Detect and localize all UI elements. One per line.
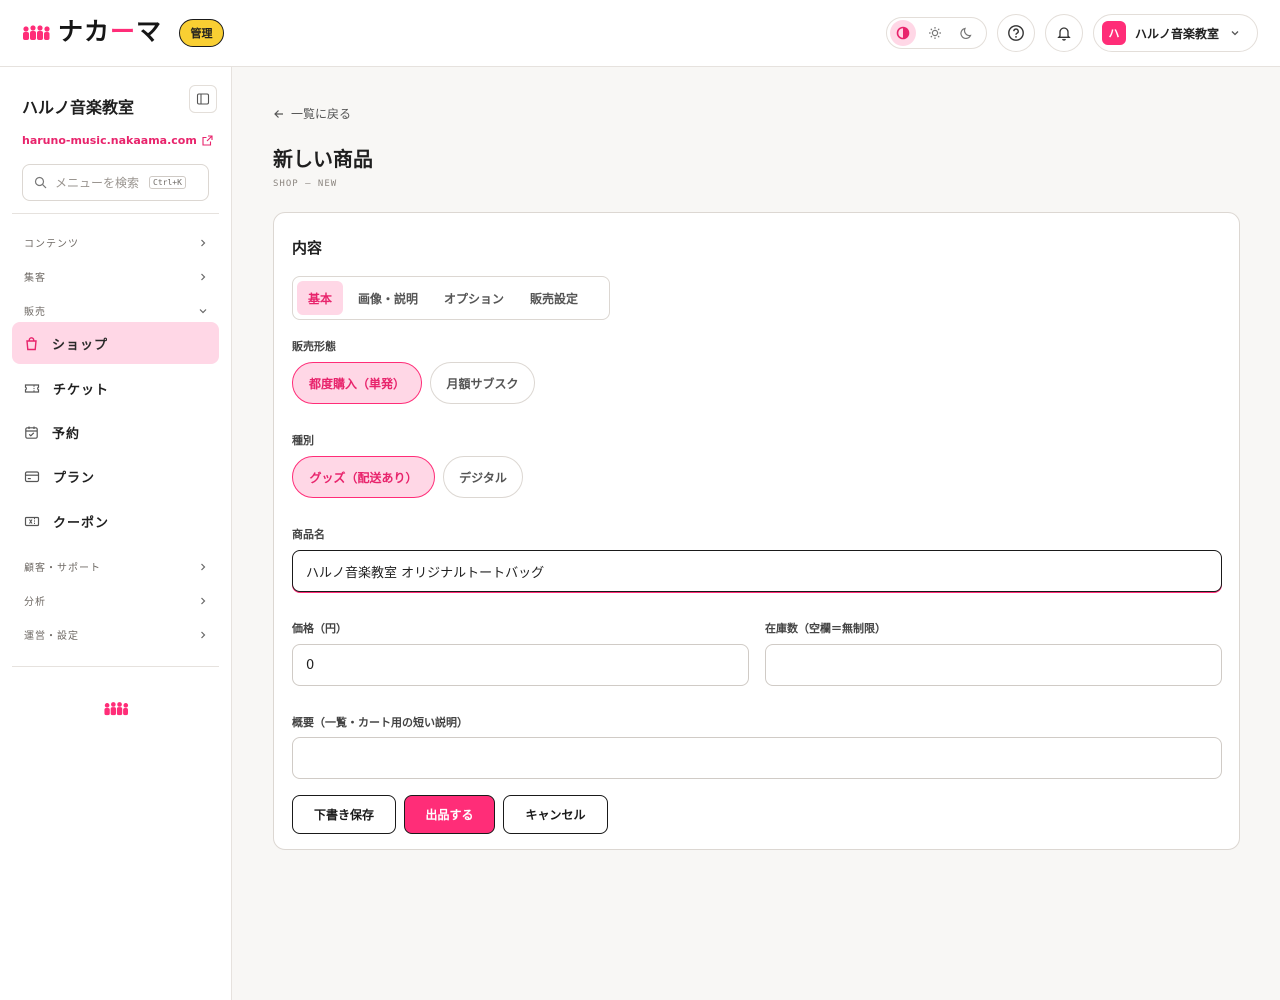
summary-label: 概要（一覧・カート用の短い説明）: [292, 716, 468, 729]
back-to-list-link[interactable]: 一覧に戻る: [273, 105, 351, 122]
sidebar-item-booking[interactable]: 予約: [12, 411, 219, 453]
account-name: ハルノ音楽教室: [1135, 26, 1220, 41]
sale-type-label: 販売形態: [292, 340, 336, 353]
theme-toggle: [886, 17, 987, 49]
site-url-link[interactable]: haruno-music.nakaama.com: [22, 134, 213, 147]
chevron-down-icon: [1231, 31, 1239, 36]
price-input[interactable]: 0: [292, 644, 749, 686]
sale-type-subscription-option[interactable]: 月額サブスク: [430, 362, 535, 404]
cancel-button[interactable]: キャンセル: [503, 795, 608, 834]
stock-label: 在庫数（空欄＝無制限）: [765, 622, 886, 635]
sidebar-item-coupon[interactable]: クーポン: [12, 500, 219, 542]
calendar-icon: [25, 426, 38, 439]
top-header: ナカーマ 管理 ハ ハルノ音楽教室: [0, 0, 1280, 67]
theme-dark-button[interactable]: [954, 20, 980, 46]
chevron-right-icon: [201, 239, 206, 246]
sun-icon: [929, 27, 941, 39]
save-draft-button[interactable]: 下書き保存: [292, 795, 396, 834]
tab-sales-settings[interactable]: 販売設定: [519, 281, 589, 315]
section-label: 分析: [24, 597, 46, 608]
chevron-right-icon: [201, 273, 206, 280]
shopping-bag-icon: [26, 336, 37, 350]
menu-search-placeholder: メニューを検索: [55, 176, 140, 190]
section-settings[interactable]: 運営・設定: [24, 627, 208, 642]
sidebar-item-ticket[interactable]: チケット: [12, 367, 219, 409]
site-url-text: haruno-music.nakaama.com: [22, 134, 197, 147]
admin-badge: 管理: [179, 19, 224, 47]
card-title: 内容: [292, 239, 323, 257]
moon-icon: [960, 27, 972, 39]
divider: [12, 666, 219, 667]
section-contents[interactable]: コンテンツ: [24, 235, 208, 250]
sale-type-one-time-option[interactable]: 都度購入（単発）: [292, 362, 422, 404]
shortcut-hint: Ctrl+K: [149, 176, 186, 189]
section-analytics[interactable]: 分析: [24, 593, 208, 608]
section-label: 集客: [24, 273, 46, 284]
section-label: 販売: [24, 307, 46, 318]
sidebar-item-label: ショップ: [52, 337, 109, 353]
publish-button[interactable]: 出品する: [404, 795, 495, 834]
section-marketing[interactable]: 集客: [24, 269, 208, 284]
account-avatar: ハ: [1102, 21, 1126, 45]
arrow-left-icon: [274, 109, 283, 118]
search-icon: [34, 176, 47, 189]
help-icon: [1008, 25, 1024, 41]
summary-input[interactable]: [292, 737, 1222, 779]
product-name-input[interactable]: ハルノ音楽教室 オリジナルトートバッグ: [292, 550, 1222, 592]
section-label: 運営・設定: [24, 631, 79, 642]
chevron-down-icon: [199, 308, 207, 313]
theme-auto-button[interactable]: [890, 20, 916, 46]
page-title: 新しい商品: [273, 147, 373, 171]
sidebar: ハルノ音楽教室 haruno-music.nakaama.com メニューを検索…: [0, 67, 232, 1000]
kind-label: 種別: [292, 434, 314, 447]
chevron-right-icon: [201, 631, 206, 638]
kind-goods-option[interactable]: グッズ（配送あり）: [292, 456, 435, 498]
back-link-label: 一覧に戻る: [291, 107, 352, 121]
logo-wordmark: ナカーマ: [58, 17, 163, 46]
kind-digital-option[interactable]: デジタル: [443, 456, 523, 498]
sidebar-item-label: プラン: [53, 470, 96, 486]
coupon-icon: [24, 516, 40, 526]
form-tabs: 基本 画像・説明 オプション 販売設定: [292, 276, 610, 320]
sidebar-item-plan[interactable]: プラン: [12, 455, 219, 497]
divider: [12, 213, 219, 214]
tab-basic[interactable]: 基本: [297, 281, 344, 315]
tab-options[interactable]: オプション: [433, 281, 515, 315]
sidebar-collapse-button[interactable]: [189, 85, 217, 113]
section-customers[interactable]: 顧客・サポート: [24, 559, 208, 574]
stock-input[interactable]: [765, 644, 1222, 686]
contrast-icon: [896, 26, 910, 40]
chevron-right-icon: [201, 597, 206, 604]
main-content: 一覧に戻る 新しい商品 SHOP — NEW 内容 基本 画像・説明 オプション…: [232, 67, 1280, 1000]
chevron-right-icon: [201, 563, 206, 570]
sidebar-item-label: クーポン: [53, 515, 110, 531]
help-button[interactable]: [997, 14, 1035, 52]
theme-light-button[interactable]: [922, 20, 948, 46]
sidebar-item-label: チケット: [53, 382, 110, 398]
product-name-label: 商品名: [292, 528, 325, 541]
section-label: 顧客・サポート: [24, 563, 101, 574]
sidebar-item-shop[interactable]: ショップ: [12, 322, 219, 364]
price-label: 価格（円）: [292, 622, 347, 635]
sidebar-item-label: 予約: [52, 426, 81, 442]
people-logo-icon: [23, 25, 50, 40]
product-form-card: 内容 基本 画像・説明 オプション 販売設定 販売形態 都度購入（単発） 月額サ…: [273, 212, 1240, 850]
tab-images-description[interactable]: 画像・説明: [347, 281, 429, 315]
notifications-button[interactable]: [1045, 14, 1083, 52]
bell-icon: [1057, 27, 1071, 41]
credit-card-icon: [24, 470, 40, 482]
menu-search-input[interactable]: メニューを検索 Ctrl+K: [22, 164, 209, 201]
ticket-icon: [24, 383, 40, 393]
section-label: コンテンツ: [24, 239, 79, 250]
section-sales[interactable]: 販売: [24, 303, 208, 318]
site-name: ハルノ音楽教室: [22, 98, 135, 117]
account-menu[interactable]: ハ ハルノ音楽教室: [1093, 14, 1258, 52]
footer-logo-icon: [104, 702, 129, 716]
sidebar-toggle-icon: [196, 93, 210, 105]
app-logo[interactable]: ナカーマ: [22, 18, 162, 46]
breadcrumb: SHOP — NEW: [273, 179, 338, 189]
external-link-icon: [202, 135, 213, 146]
